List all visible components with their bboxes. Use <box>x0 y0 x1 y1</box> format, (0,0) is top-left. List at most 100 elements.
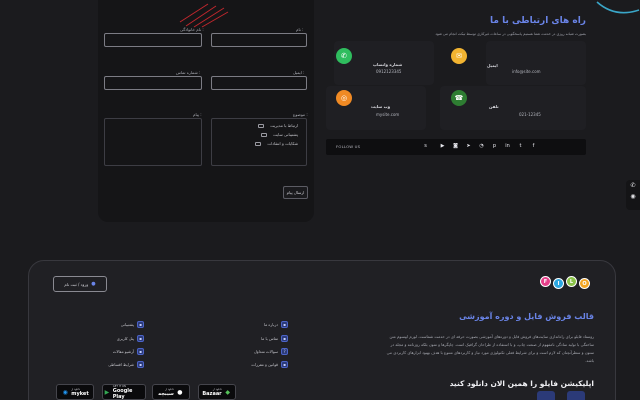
footer-link-label: شرایط اقساطی <box>108 362 134 367</box>
contact-title: راه های ارتباطی با ما <box>490 16 586 26</box>
store-name: myket <box>71 390 89 397</box>
subject-option[interactable]: ارتباط با مدیریت <box>258 123 298 128</box>
phone-icon[interactable]: ✆ <box>626 182 640 189</box>
email-label: ایمیل : <box>293 70 305 75</box>
footer-link-support[interactable]: ▪ پشتیبانی <box>121 321 144 328</box>
logo-letter: O <box>579 278 590 289</box>
floating-contact-bar: ✆ ◉ <box>626 180 640 210</box>
store-badge-bazaar[interactable]: دانلود از Bazaar ◆ <box>198 384 236 400</box>
message-textarea[interactable] <box>104 118 202 166</box>
logo-letter: L <box>566 276 577 287</box>
send-message-button[interactable]: ارسال پیام <box>283 186 308 199</box>
contact-card-email <box>486 41 586 85</box>
store-badge-sibche[interactable]: دانلود از سیبچه ● <box>152 384 190 400</box>
logo-letter: F <box>540 276 551 287</box>
logo-letter: I <box>553 278 564 289</box>
linkedin-icon[interactable]: in <box>504 143 511 150</box>
pinterest-icon[interactable]: p <box>491 143 498 150</box>
myket-icon: ◉ <box>62 388 68 396</box>
name-input[interactable] <box>211 33 307 47</box>
sibche-icon: ● <box>177 388 183 396</box>
email-title: ایمیل <box>487 63 498 68</box>
scroll-button[interactable] <box>567 391 585 400</box>
footer-link-label: درباره ما <box>264 322 278 327</box>
footer-link-faq[interactable]: ? سوالات متداول <box>254 348 288 355</box>
bazaar-icon: ◆ <box>225 388 230 396</box>
skype-icon[interactable]: s <box>422 143 429 150</box>
store-badge-google-play[interactable]: ▶ GET IT ON Google Play <box>102 384 146 400</box>
footer-link-contact[interactable]: ▪ تماس با ما <box>261 335 288 342</box>
login-register-button[interactable]: ورود / ثبت نام ● <box>53 276 107 292</box>
phone-icon: ☎ <box>451 90 467 106</box>
instagram-icon[interactable]: ◙ <box>452 143 459 150</box>
store-name: Google Play <box>112 387 133 400</box>
red-scribble-icon <box>179 3 229 28</box>
card-icon: ▪ <box>137 361 144 368</box>
footer-link-label: سوالات متداول <box>254 349 278 354</box>
telegram-icon[interactable]: ➤ <box>465 143 472 150</box>
twitter-icon[interactable]: t <box>517 143 524 150</box>
shop-description: روستاد فایلو برای راه‌اندازی سایت‌های فر… <box>386 334 594 363</box>
phone-label: شماره تماس : <box>176 70 201 75</box>
footer-link-about[interactable]: ▪ درباره ما <box>264 321 288 328</box>
scroll-button[interactable] <box>537 391 555 400</box>
family-label: نام خانوادگی : <box>180 27 204 32</box>
user-icon: ▪ <box>281 321 288 328</box>
follow-us-label: FOLLOW US <box>336 144 361 149</box>
website-value: mysite.com <box>376 112 400 117</box>
store-name: Bazaar <box>202 390 222 397</box>
subject-option[interactable]: پشتیبانی سایت <box>261 132 298 137</box>
document-icon: ▪ <box>281 361 288 368</box>
facebook-icon[interactable]: f <box>530 143 537 150</box>
phone-icon: ▪ <box>281 335 288 342</box>
website-title: وب سایت <box>371 104 391 109</box>
user-icon: ● <box>91 281 96 287</box>
headset-icon: ▪ <box>137 321 144 328</box>
site-logo[interactable]: F I L O <box>540 276 592 290</box>
email-input[interactable] <box>211 76 307 90</box>
mail-icon: ✉ <box>451 48 467 64</box>
checkbox[interactable] <box>261 132 268 137</box>
decorative-swoosh-icon <box>596 1 640 14</box>
youtube-icon[interactable]: ▶ <box>439 143 446 150</box>
archive-icon: ▪ <box>137 348 144 355</box>
question-icon: ? <box>281 348 288 355</box>
subject-options: ارتباط با مدیریت پشتیبانی سایت شکایات و … <box>211 118 307 166</box>
checkbox[interactable] <box>255 141 262 146</box>
subject-option-label: ارتباط با مدیریت <box>270 123 298 128</box>
subject-option[interactable]: شکایات و انتقادات <box>255 141 298 146</box>
whatsapp-title: شماره واتساپ <box>373 62 403 67</box>
footer-link-label: پشتیبانی <box>120 322 134 327</box>
checkbox[interactable] <box>258 123 265 128</box>
shop-title: قالب فروش فایل و دوره آموزشی <box>459 312 594 321</box>
footer-link-label: پنل کاربری <box>116 336 134 341</box>
contact-subtitle: بصورت شبانه روزی در خدمت شما هستیم پاسخگ… <box>435 32 586 36</box>
footer-link-articles[interactable]: ▪ آرشیو مقالات <box>113 348 144 355</box>
store-name: سیبچه <box>158 390 174 397</box>
footer-link-installments[interactable]: ▪ شرایط اقساطی <box>108 361 144 368</box>
whatsapp-value: 0912123345 <box>376 69 402 74</box>
footer-link-rules[interactable]: ▪ قوانین و مقررات <box>251 361 288 368</box>
google-play-icon: ▶ <box>104 388 110 396</box>
whatsapp-icon[interactable]: ◉ <box>626 193 640 200</box>
store-badge-myket[interactable]: ◉ دانلود از myket <box>56 384 94 400</box>
app-download-title: اپلیکیشن فایلو را همین الان دانلود کنید <box>449 379 594 388</box>
subject-option-label: شکایات و انتقادات <box>267 141 298 146</box>
message-label: پیام : <box>193 112 202 117</box>
footer-link-label: قوانین و مقررات <box>251 362 278 367</box>
subject-label: موضوع : <box>293 112 308 117</box>
user-icon: ▪ <box>137 335 144 342</box>
subject-option-label: پشتیبانی سایت <box>273 132 298 137</box>
phone-value: 021-12345 <box>519 112 541 117</box>
phone-input[interactable] <box>104 76 202 90</box>
footer-link-user-panel[interactable]: ▪ پنل کاربری <box>117 335 144 342</box>
rss-icon[interactable]: ◔ <box>478 143 485 150</box>
family-input[interactable] <box>104 33 202 47</box>
footer-link-label: آرشیو مقالات <box>112 349 134 354</box>
globe-icon: ◎ <box>336 90 352 106</box>
whatsapp-icon: ✆ <box>336 48 352 64</box>
email-value: info@site.com <box>512 69 541 74</box>
footer-link-label: تماس با ما <box>261 336 278 341</box>
phone-title: تلفن <box>489 104 499 109</box>
login-label: ورود / ثبت نام <box>64 281 89 287</box>
